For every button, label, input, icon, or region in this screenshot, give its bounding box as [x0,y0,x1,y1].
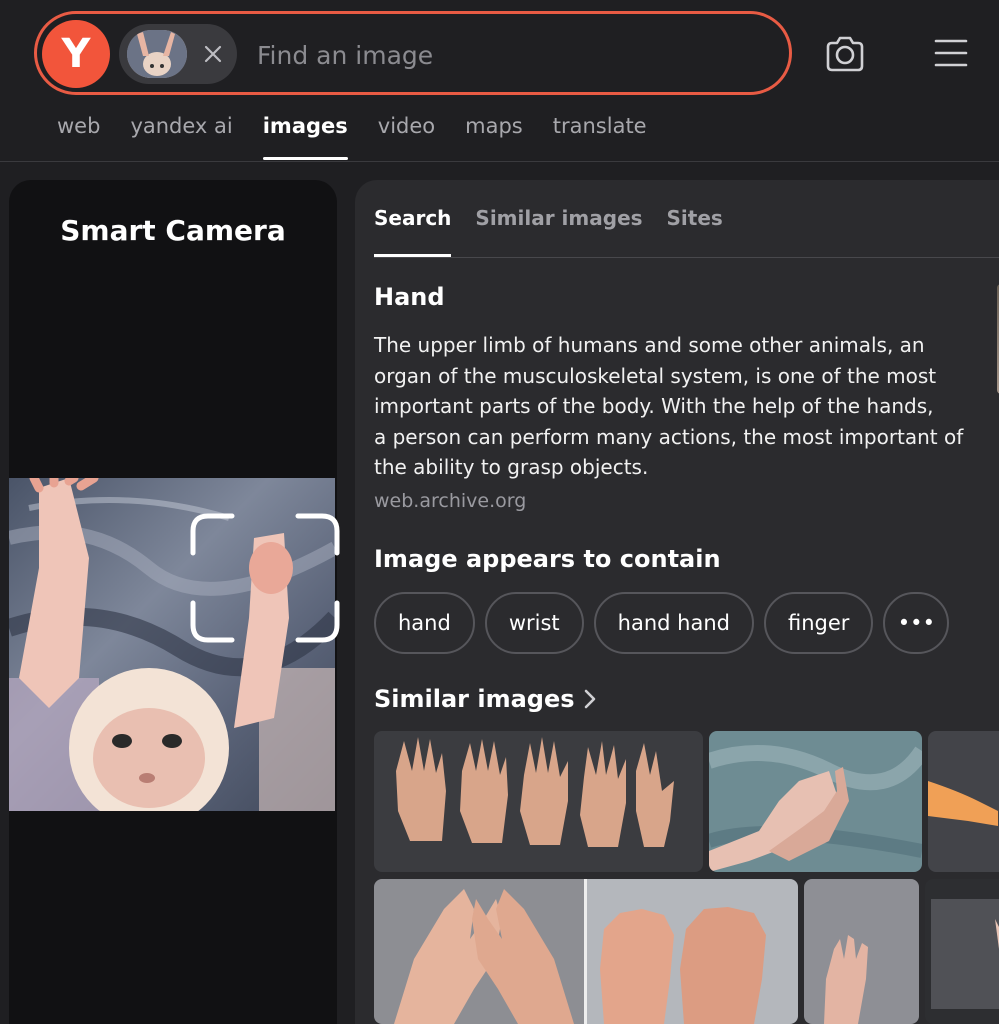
similar-image-tile[interactable] [925,879,999,1024]
nav-web[interactable]: web [57,114,100,160]
tab-search[interactable]: Search [374,206,452,258]
camera-icon[interactable] [824,34,866,74]
similar-images-title: Similar images [374,685,575,713]
similar-image-tile[interactable] [804,879,919,1024]
tab-similar-images[interactable]: Similar images [475,206,642,258]
nav-video[interactable]: video [378,114,435,160]
nav-yandex-ai[interactable]: yandex ai [130,114,232,160]
similar-image-tile[interactable] [928,731,999,872]
description-line: organ of the musculoskeletal system, is … [374,363,937,388]
smart-camera-title: Smart Camera [60,214,286,247]
query-image-chip[interactable] [119,24,237,84]
nav-maps[interactable]: maps [465,114,523,160]
search-input[interactable] [255,32,759,78]
logo-letter: Y [61,31,91,77]
chip-hand-hand[interactable]: hand hand [593,592,754,654]
nav-images[interactable]: images [262,114,348,160]
chip-finger[interactable]: finger [763,592,874,654]
search-bar[interactable]: Y [34,11,792,95]
top-header: Y Find an image web yandex ai images vid… [0,0,999,162]
yandex-logo[interactable]: Y [42,20,110,88]
similar-images-link[interactable]: Similar images [374,685,599,713]
service-nav: web yandex ai images video maps translat… [57,114,677,160]
entity-title: Hand [374,283,445,311]
description-line: The upper limb of humans and some other … [374,333,925,357]
query-image-thumbnail [127,30,187,78]
description-line: the ability to grasp objects. [374,455,649,479]
more-chips-button[interactable]: ••• [883,592,950,654]
chevron-right-icon [584,689,595,709]
results-tabs: Search Similar images Sites [374,206,747,258]
chip-hand[interactable]: hand [374,592,475,654]
contains-title: Image appears to contain [374,545,721,573]
crop-frame-handle[interactable] [190,513,340,643]
tab-sites[interactable]: Sites [667,206,723,258]
chip-wrist[interactable]: wrist [484,592,584,654]
entity-description: The upper limb of humans and some other … [374,330,999,483]
nav-translate[interactable]: translate [553,114,647,160]
entity-source-link[interactable]: web.archive.org [374,490,526,512]
clear-image-icon[interactable] [199,40,227,68]
menu-icon[interactable] [934,38,968,68]
results-panel: Search Similar images Sites Hand The upp… [355,180,999,1024]
contains-chips: hand wrist hand hand finger ••• [374,592,959,654]
description-line: a person can perform many actions, the m… [374,424,964,449]
similar-image-tile[interactable] [374,731,703,872]
description-line: important parts of the body. With the he… [374,394,934,418]
tabs-divider [374,257,999,258]
similar-image-tile[interactable] [374,879,798,1024]
similar-image-tile[interactable] [709,731,922,872]
